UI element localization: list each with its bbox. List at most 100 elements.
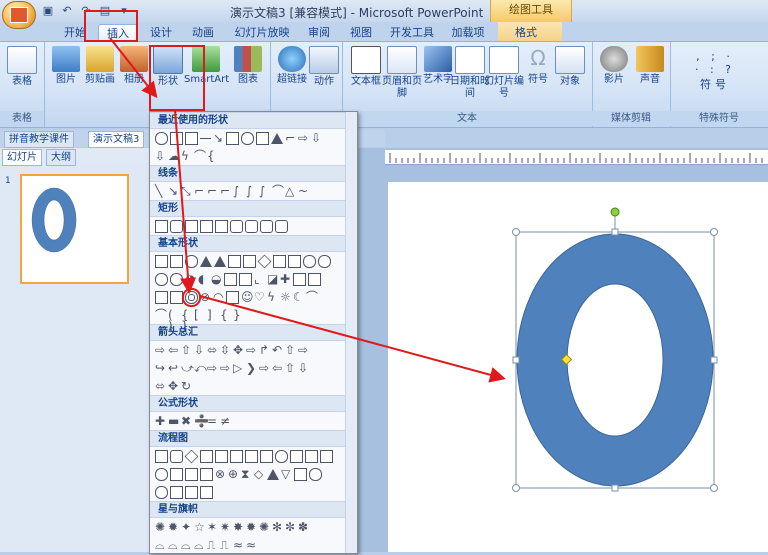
collate-icon[interactable]: ⧗ — [241, 468, 252, 480]
handle-top-right[interactable] — [710, 228, 718, 236]
round-rect-icon[interactable] — [275, 219, 288, 233]
dodecagon-icon[interactable] — [170, 272, 183, 286]
left-bracket-icon[interactable]: [ — [194, 309, 205, 321]
header-footer-button[interactable]: 页眉和页脚 — [382, 46, 422, 100]
curved-connector-icon[interactable]: ∫ — [259, 185, 270, 197]
cross-icon[interactable]: ✚ — [280, 273, 291, 285]
ribbon-icon[interactable]: ⌓ — [181, 539, 192, 551]
cloud-icon[interactable]: ☁ — [168, 150, 180, 162]
pie-icon[interactable]: ◔ — [185, 273, 196, 285]
handle-right[interactable] — [710, 356, 718, 364]
terminator-icon[interactable] — [275, 449, 288, 463]
snip-rect-icon[interactable] — [185, 219, 198, 233]
arc-icon[interactable]: ⌒ — [155, 309, 167, 321]
round-rect-icon[interactable] — [260, 219, 273, 233]
plaque-icon[interactable] — [293, 272, 306, 286]
left-arrow-icon[interactable]: ⇦ — [168, 344, 179, 356]
action-button[interactable]: 动作 — [304, 46, 344, 88]
l-shape-icon[interactable]: ⌞ — [254, 273, 265, 285]
rounded-rect-icon[interactable] — [170, 219, 183, 233]
right-brace-icon[interactable]: } — [233, 309, 244, 321]
star-icon[interactable]: ✺ — [259, 521, 270, 533]
u-turn-arrow-icon[interactable]: ↶ — [272, 344, 283, 356]
star-icon[interactable]: ✸ — [233, 521, 244, 533]
slide-canvas[interactable] — [388, 182, 768, 552]
arrow-icon[interactable]: ⇨ — [246, 344, 257, 356]
tab-insert[interactable]: 插入 — [98, 24, 138, 42]
diamond-icon[interactable] — [257, 254, 272, 268]
tab-format[interactable]: 格式 — [506, 24, 546, 41]
tab-addins[interactable]: 加载项 — [448, 24, 488, 41]
tab-view[interactable]: 视图 — [346, 24, 376, 41]
lightning-icon[interactable]: ϟ — [181, 150, 192, 162]
bracket-pair-icon[interactable]: ( ) — [168, 309, 179, 332]
line-icon[interactable] — [200, 137, 211, 139]
doc-tab-pinyin[interactable]: 拼音教学课件 — [4, 131, 74, 148]
customize-qat-icon[interactable]: ▾ — [116, 3, 132, 19]
double-arrow-icon[interactable]: ⤡ — [181, 185, 192, 197]
data-icon[interactable] — [200, 449, 213, 463]
movie-button[interactable]: 影片 — [594, 46, 634, 86]
tab-outline[interactable]: 大纲 — [46, 149, 76, 166]
left-right-arrow-icon[interactable]: ⬄ — [207, 344, 218, 356]
arrow-icon[interactable]: ⇧ — [285, 344, 296, 356]
parallelogram-icon[interactable] — [228, 254, 241, 268]
plus-icon[interactable]: ✚ — [155, 415, 166, 427]
circular-arrow-icon[interactable]: ↻ — [181, 380, 192, 392]
ribbon-icon[interactable]: ⌓ — [168, 539, 179, 551]
alt-process-icon[interactable] — [170, 449, 183, 463]
tab-design[interactable]: 设计 — [146, 24, 176, 41]
round-rect-icon[interactable] — [230, 219, 243, 233]
delay-icon[interactable] — [309, 467, 322, 481]
no-symbol-icon[interactable]: ⊘ — [200, 291, 211, 303]
extract-icon[interactable] — [267, 468, 279, 480]
summing-junction-icon[interactable]: ⊗ — [215, 468, 226, 480]
sort-icon[interactable]: ◇ — [254, 468, 265, 480]
sun-icon[interactable]: ☼ — [280, 291, 291, 303]
rect-icon[interactable] — [256, 131, 269, 145]
curved-arrow-icon[interactable]: ⤻ — [181, 362, 194, 374]
multiply-icon[interactable]: ✖ — [181, 415, 192, 427]
brace-icon[interactable]: { — [207, 150, 218, 162]
oval-icon[interactable] — [185, 254, 198, 268]
snip-rect-icon[interactable] — [200, 219, 213, 233]
freeform-icon[interactable]: △ — [285, 185, 296, 197]
elbow-icon[interactable]: ⌐ — [285, 132, 296, 144]
tab-home[interactable]: 开始 — [62, 24, 88, 41]
trapezoid-icon[interactable] — [243, 254, 256, 268]
callout-arrow-icon[interactable]: ⇦ — [272, 362, 283, 374]
right-arrow-icon[interactable]: ⇨ — [155, 344, 166, 356]
elbow-connector-icon[interactable]: ⌐ — [194, 185, 205, 197]
elbow-connector-icon[interactable]: ⌐ — [207, 185, 218, 197]
moon-icon[interactable]: ☾ — [293, 291, 304, 303]
tab-slideshow[interactable]: 幻灯片放映 — [232, 24, 292, 41]
display-icon[interactable] — [200, 485, 213, 499]
star-icon[interactable]: ✼ — [285, 521, 296, 533]
callout-arrow-icon[interactable]: ⇩ — [298, 362, 309, 374]
internal-storage-icon[interactable] — [230, 449, 243, 463]
handle-bottom-right[interactable] — [710, 484, 718, 492]
or-icon[interactable]: ⊕ — [228, 468, 239, 480]
undo-icon[interactable]: ↶ — [59, 3, 75, 19]
ribbon-icon[interactable]: ⌓ — [155, 539, 166, 551]
arrow-icon[interactable]: ⇩ — [311, 132, 322, 144]
redo-icon[interactable]: ↷ — [78, 3, 94, 19]
textbox-shape-icon[interactable] — [170, 131, 183, 145]
doc-tab-presentation3[interactable]: 演示文稿3 — [88, 131, 145, 148]
half-frame-icon[interactable] — [239, 272, 252, 286]
direct-storage-icon[interactable] — [185, 485, 198, 499]
down-arrow-icon[interactable]: ⇩ — [155, 150, 166, 162]
frame-icon[interactable] — [224, 272, 237, 286]
round-rect-icon[interactable] — [245, 219, 258, 233]
tab-developer[interactable]: 开发工具 — [388, 24, 436, 41]
arrow-icon[interactable]: ⇨ — [298, 344, 309, 356]
oval-icon[interactable] — [241, 131, 254, 145]
star-icon[interactable]: ✽ — [298, 521, 309, 533]
folded-corner-icon[interactable] — [226, 290, 239, 304]
textbox-button[interactable]: 文本框 — [346, 46, 386, 88]
lightning-icon[interactable]: ϟ — [267, 291, 278, 303]
left-brace-icon[interactable]: { — [220, 309, 231, 321]
card-icon[interactable] — [185, 467, 198, 481]
star-icon[interactable]: ✦ — [181, 521, 192, 533]
menu-scrollbar[interactable] — [345, 112, 357, 553]
